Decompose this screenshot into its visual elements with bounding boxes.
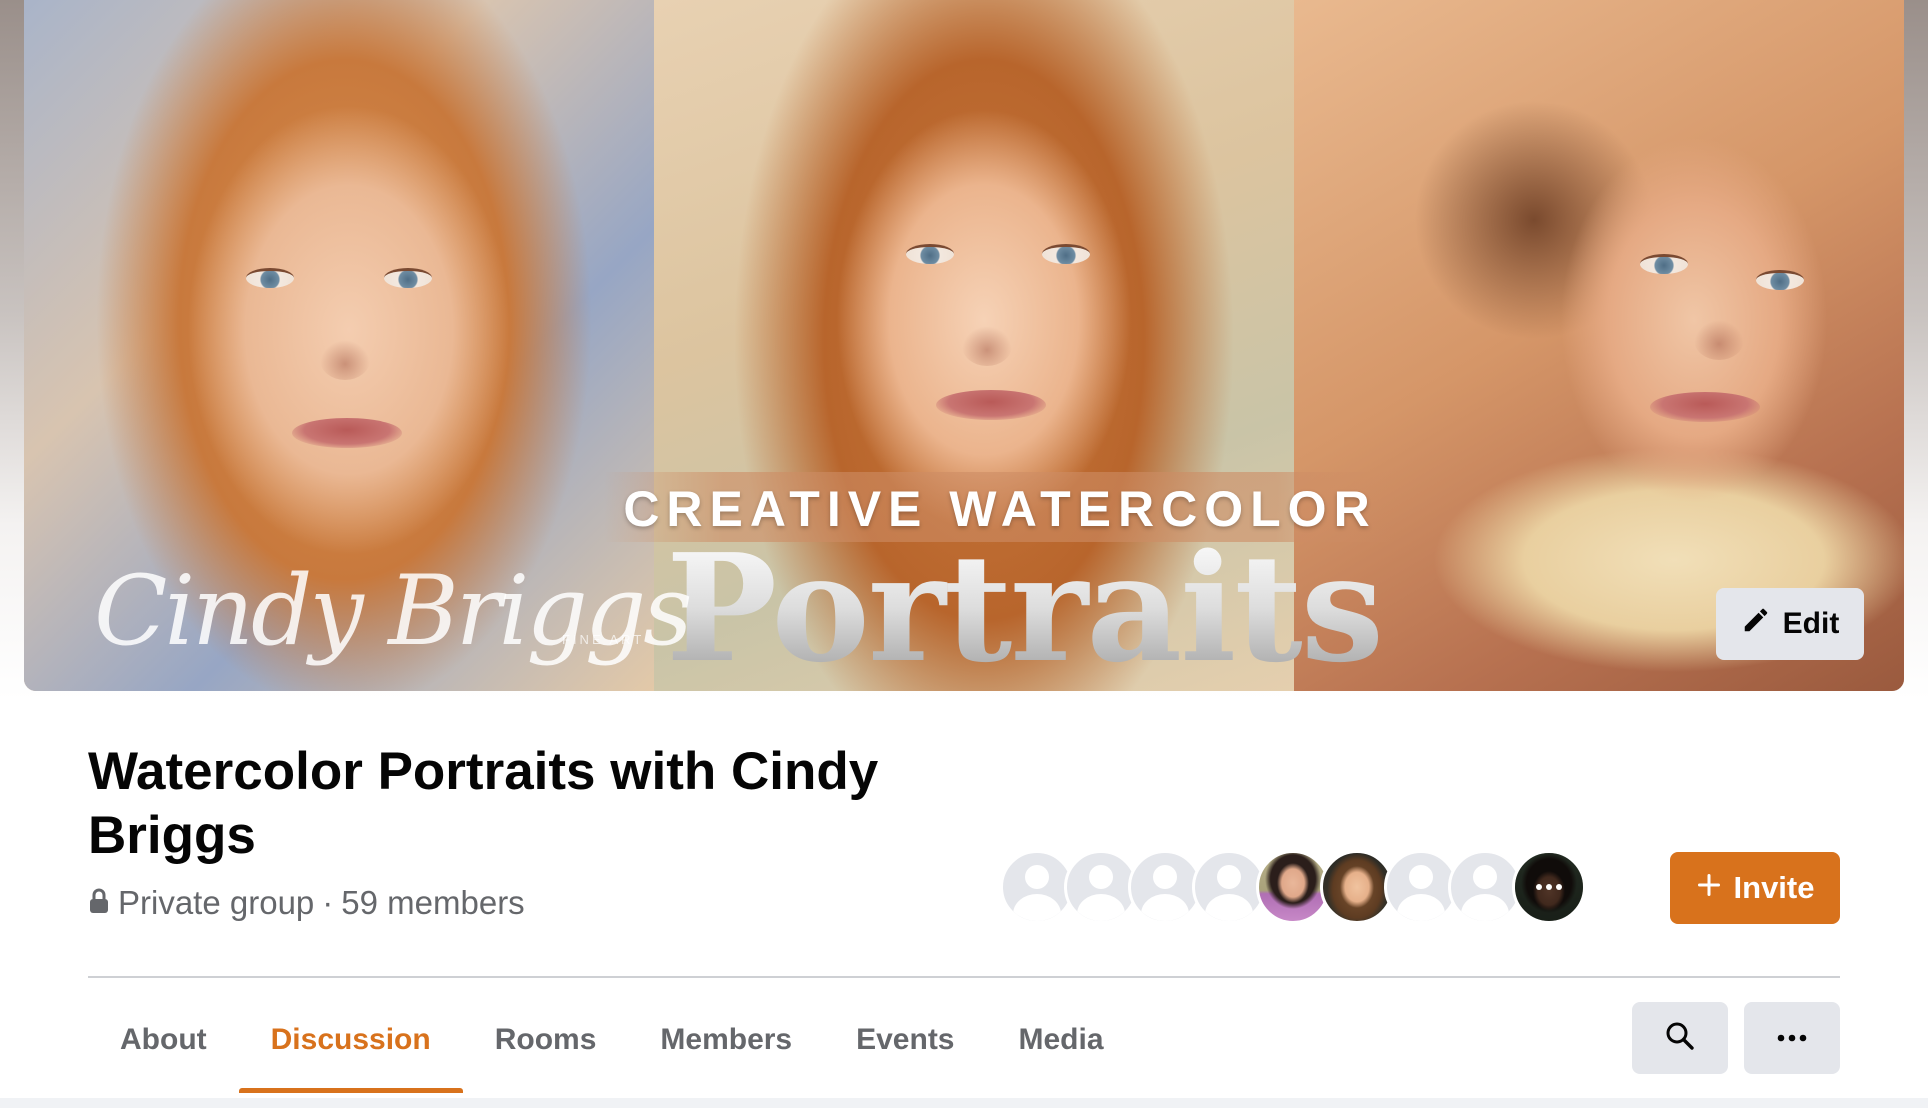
- avatar[interactable]: [1064, 850, 1138, 924]
- more-options-button[interactable]: [1744, 1002, 1840, 1074]
- meta-separator: ·: [322, 884, 334, 921]
- cover-title-main: Portraits: [665, 521, 1384, 691]
- feed-background: [0, 1098, 1928, 1108]
- member-avatars: [1000, 850, 1590, 924]
- cover-signature-subtitle: FINE ART: [562, 632, 645, 647]
- tab-discussion[interactable]: Discussion: [238, 990, 463, 1093]
- avatar[interactable]: [1000, 850, 1074, 924]
- tab-about[interactable]: About: [88, 990, 239, 1090]
- portrait-nose: [1694, 320, 1744, 360]
- group-member-count[interactable]: 59 members: [341, 884, 524, 922]
- header-divider: [88, 976, 1840, 978]
- cover-signature: Cindy Briggs: [94, 555, 693, 667]
- tab-members[interactable]: Members: [628, 990, 824, 1090]
- tab-rooms[interactable]: Rooms: [463, 990, 629, 1090]
- more-horizontal-icon: [1777, 1029, 1807, 1047]
- portrait-mouth: [292, 418, 402, 448]
- invite-label: Invite: [1733, 870, 1815, 905]
- edit-cover-label: Edit: [1782, 607, 1840, 640]
- avatar[interactable]: [1320, 850, 1394, 924]
- more-icon: [1515, 853, 1583, 921]
- avatar[interactable]: [1192, 850, 1266, 924]
- tab-media[interactable]: Media: [987, 990, 1136, 1090]
- portrait-eye: [1756, 270, 1804, 290]
- portrait-nose: [962, 326, 1012, 366]
- portrait-mouth: [1650, 392, 1760, 422]
- group-meta: Private group · 59 members: [88, 884, 525, 922]
- pencil-icon: [1741, 605, 1771, 643]
- portrait-eye: [1042, 244, 1090, 264]
- portrait-eye: [1640, 254, 1688, 274]
- portrait-eye: [906, 244, 954, 264]
- more-members-avatar[interactable]: [1512, 850, 1586, 924]
- lock-icon: [88, 884, 110, 922]
- avatar[interactable]: [1384, 850, 1458, 924]
- search-icon: [1664, 1020, 1696, 1057]
- edit-cover-button[interactable]: Edit: [1716, 588, 1864, 660]
- group-privacy[interactable]: Private group: [118, 884, 314, 922]
- avatar[interactable]: [1128, 850, 1202, 924]
- group-name[interactable]: Watercolor Portraits with Cindy Briggs: [88, 740, 948, 868]
- tab-events[interactable]: Events: [824, 990, 986, 1090]
- cover-photo: CREATIVE WATERCOLOR Portraits Cindy Brig…: [24, 0, 1904, 691]
- invite-button[interactable]: Invite: [1670, 852, 1840, 924]
- portrait-eye: [384, 268, 432, 288]
- search-group-button[interactable]: [1632, 1002, 1728, 1074]
- portrait-eye: [246, 268, 294, 288]
- avatar[interactable]: [1448, 850, 1522, 924]
- portrait-nose: [320, 340, 370, 380]
- plus-icon: [1696, 870, 1722, 906]
- group-tabs: About Discussion Rooms Members Events Me…: [88, 990, 1136, 1100]
- portrait-mouth: [936, 390, 1046, 420]
- avatar[interactable]: [1256, 850, 1330, 924]
- group-page: CREATIVE WATERCOLOR Portraits Cindy Brig…: [0, 0, 1928, 1108]
